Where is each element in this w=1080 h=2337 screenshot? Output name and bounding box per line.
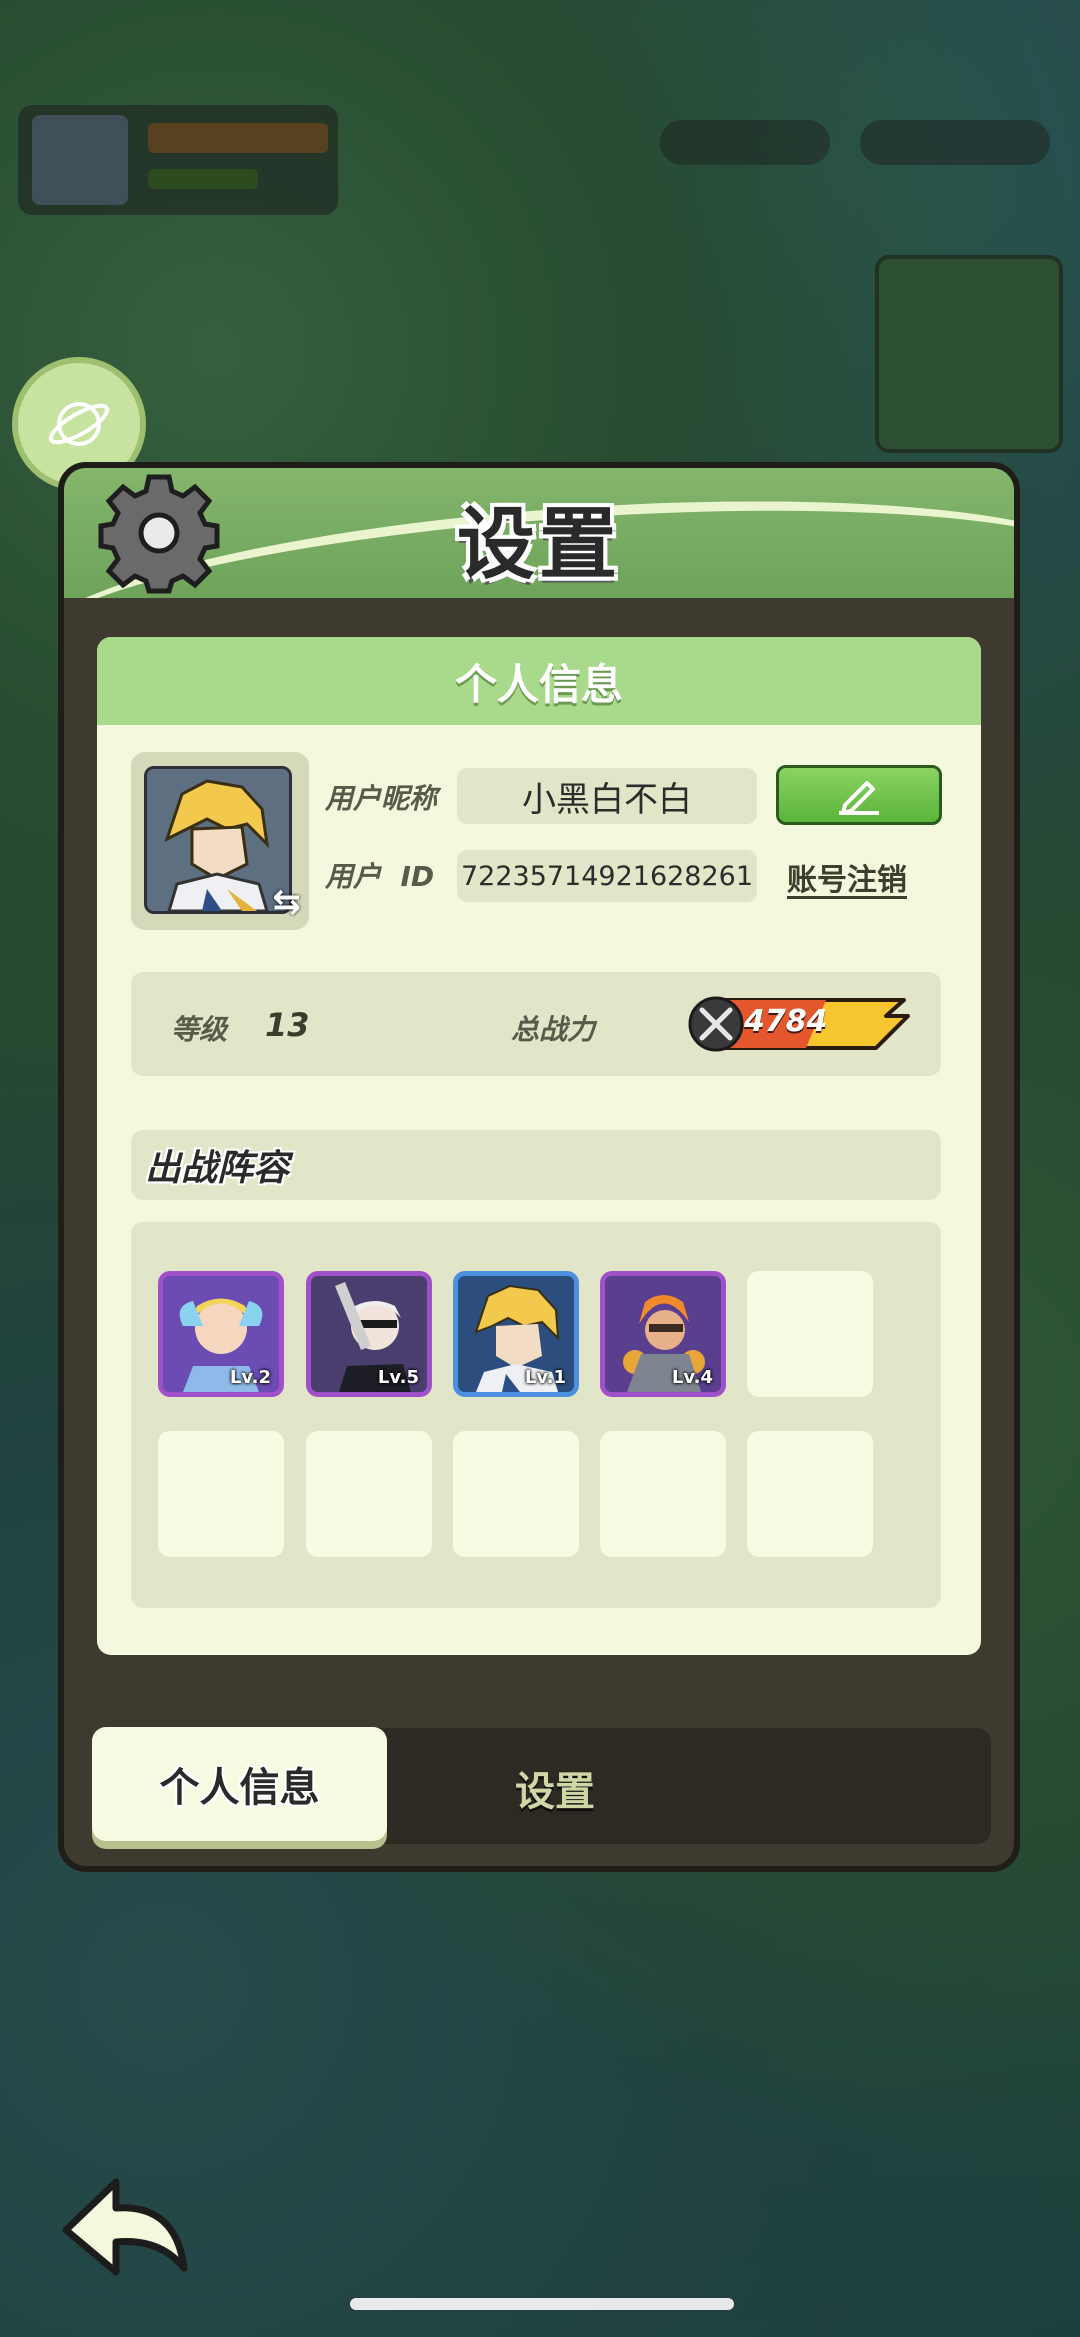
hero-level: Lv.5	[377, 1367, 419, 1388]
pencil-icon	[839, 781, 879, 815]
empty-slot[interactable]	[747, 1431, 873, 1557]
empty-slot[interactable]	[747, 1271, 873, 1397]
empty-slot[interactable]	[600, 1431, 726, 1557]
avatar	[144, 766, 292, 914]
empty-slot[interactable]	[158, 1431, 284, 1557]
nickname-label: 用户昵称	[325, 782, 438, 815]
hero-slot-4[interactable]: Lv.4	[600, 1271, 726, 1397]
level-label: 等级	[171, 1013, 228, 1046]
hero-slot-1[interactable]: Lv.2	[158, 1271, 284, 1397]
lineup-title: 出战阵容	[131, 1130, 941, 1200]
hero-slot-3[interactable]: Lv.1	[453, 1271, 579, 1397]
home-indicator[interactable]	[350, 2298, 734, 2310]
back-arrow-icon[interactable]	[58, 2172, 193, 2282]
cancel-account-link[interactable]: 账号注销	[787, 855, 907, 899]
stats-bar: 等级 13 总战力 4784	[131, 972, 941, 1076]
hero-slot-2[interactable]: Lv.5	[306, 1271, 432, 1397]
empty-slot[interactable]	[453, 1431, 579, 1557]
edit-nickname-button[interactable]	[776, 765, 942, 825]
tab-settings[interactable]: 设置	[470, 1760, 640, 1816]
level-value: 13	[265, 1006, 310, 1044]
tab-profile[interactable]: 个人信息	[92, 1727, 387, 1841]
gear-icon	[94, 468, 224, 598]
profile-card-title: 个人信息	[97, 637, 981, 725]
nickname-value: 小黑白不白	[457, 768, 757, 824]
user-id-value: 72235714921628261	[457, 850, 757, 902]
profile-card: 个人信息 ⇆ 用户昵称 小黑白不白 用户 ID 7223571492162826…	[97, 637, 981, 1655]
id-label: 用户 ID	[325, 860, 435, 893]
power-label: 总战力	[511, 1013, 596, 1046]
power-badge: 4784	[686, 994, 914, 1054]
hero-level: Lv.2	[229, 1367, 271, 1388]
swap-icon: ⇆	[272, 882, 302, 922]
avatar-frame[interactable]: ⇆	[131, 752, 309, 930]
power-value: 4784	[744, 1004, 828, 1039]
screen: 设置 个人信息 ⇆ 用户昵称 小黑白不白 用户 ID 7223571492162…	[0, 0, 1080, 2337]
empty-slot[interactable]	[306, 1431, 432, 1557]
hero-level: Lv.4	[671, 1367, 713, 1388]
lineup-grid: Lv.2 Lv.5 Lv.1 Lv.4	[131, 1222, 941, 1608]
hero-level: Lv.1	[524, 1367, 566, 1388]
